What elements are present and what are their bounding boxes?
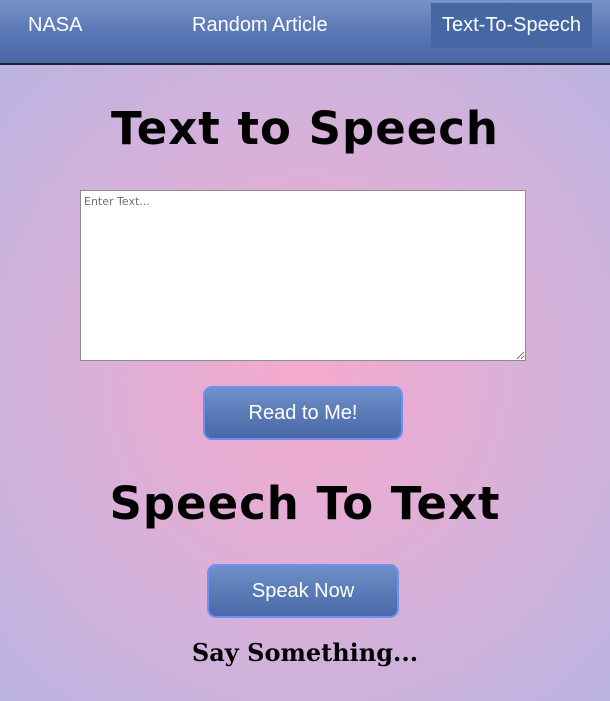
- read-to-me-button[interactable]: Read to Me!: [203, 386, 403, 440]
- speech-to-text-heading: Speech To Text: [109, 477, 501, 530]
- text-to-speech-heading: Text to Speech: [111, 102, 499, 155]
- top-navbar: NASA Random Article Text-To-Speech: [0, 0, 610, 65]
- speech-output-text: Say Something...: [191, 638, 419, 667]
- nav-link-nasa[interactable]: NASA: [28, 0, 82, 63]
- speak-now-button[interactable]: Speak Now: [207, 564, 399, 618]
- nav-link-random-article[interactable]: Random Article: [192, 0, 328, 63]
- text-input-area[interactable]: [80, 190, 526, 361]
- nav-link-text-to-speech[interactable]: Text-To-Speech: [431, 3, 592, 48]
